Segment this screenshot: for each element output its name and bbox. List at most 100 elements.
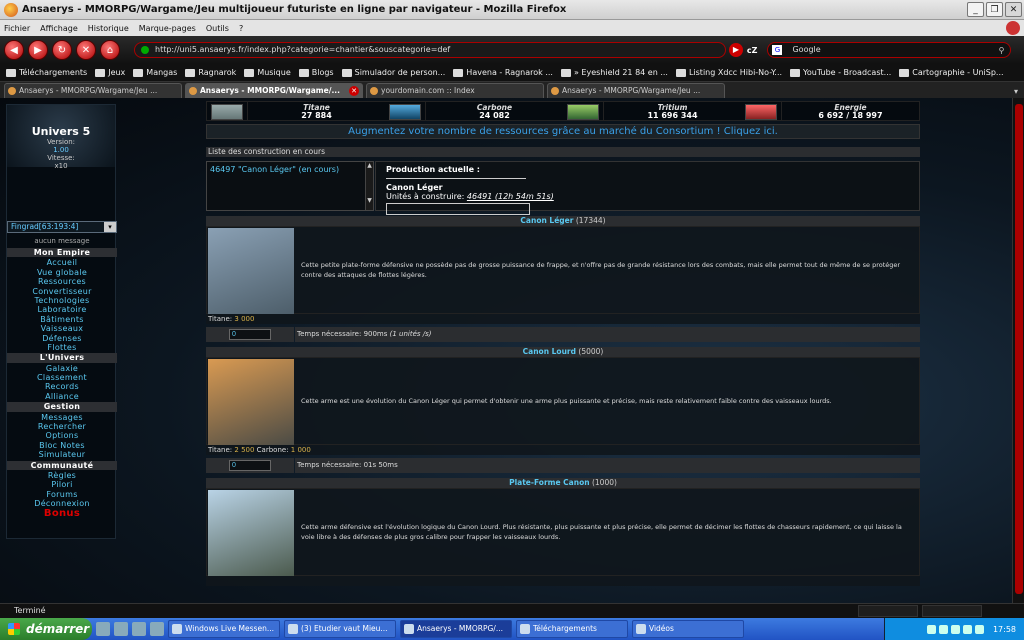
queue-scrollbar[interactable]: ▲ ▼ (365, 162, 373, 210)
sidebar-item[interactable]: Pilori (7, 480, 117, 489)
bookmark-item[interactable]: Mangas (133, 68, 177, 77)
cost-label: Titane: (208, 446, 233, 454)
addon-icon[interactable] (1006, 21, 1020, 35)
start-button[interactable]: démarrer (0, 618, 92, 640)
bookmark-item[interactable]: Ragnarok (185, 68, 236, 77)
chevron-down-icon[interactable]: ▾ (104, 222, 116, 232)
close-tab-icon[interactable]: ✕ (349, 86, 359, 96)
tab-yourdomain[interactable]: yourdomain.com :: Index (366, 83, 544, 98)
sidebar-item[interactable]: Règles (7, 471, 117, 480)
maximize-button[interactable]: ❐ (986, 2, 1003, 17)
unit-block: Canon Léger (17344) Cette petite plate-f… (206, 216, 920, 342)
scrollbar-thumb[interactable] (1015, 104, 1023, 594)
windows-taskbar: démarrer Windows Live Messen... (3) Etudi… (0, 618, 1024, 640)
sidebar-section-header: L'Univers (7, 353, 117, 363)
unit-block: Canon Lourd (5000) Cette arme est une év… (206, 347, 920, 473)
quantity-input[interactable] (229, 460, 271, 471)
sidebar-item[interactable]: Messages (7, 413, 117, 422)
back-button[interactable]: ◀ (4, 40, 24, 60)
quicklaunch-icon[interactable] (132, 622, 146, 636)
unit-name[interactable]: Canon Lourd (523, 347, 576, 356)
taskbar-item[interactable]: Vidéos (632, 620, 744, 638)
bookmark-item[interactable]: Havena - Ragnarok ... (453, 68, 553, 77)
cost-value: 1 000 (290, 446, 311, 454)
cz-icon[interactable]: cZ (747, 46, 758, 55)
sidebar-item[interactable]: Convertisseur (7, 287, 117, 296)
status-addon-icon[interactable] (922, 605, 982, 617)
close-button[interactable]: ✕ (1005, 2, 1022, 17)
quicklaunch-icon[interactable] (150, 622, 164, 636)
sidebar-item[interactable]: Records (7, 382, 117, 391)
bookmark-item[interactable]: » Eyeshield 21 84 en ... (560, 68, 668, 77)
sidebar-item[interactable]: Classement (7, 373, 117, 382)
sidebar-item[interactable]: Bloc Notes (7, 441, 117, 450)
home-button[interactable]: ⌂ (100, 40, 120, 60)
sidebar-item[interactable]: Alliance (7, 392, 117, 401)
sidebar-item[interactable]: Bâtiments (7, 315, 117, 324)
sidebar-item[interactable]: Accueil (7, 258, 117, 267)
reload-button[interactable]: ↻ (52, 40, 72, 60)
sidebar-item[interactable]: Galaxie (7, 364, 117, 373)
tab-ansaerys-2[interactable]: Ansaerys - MMORPG/Wargame/Jeu ... (547, 83, 725, 98)
bookmark-item[interactable]: Musique (244, 68, 291, 77)
status-addon-icon[interactable] (858, 605, 918, 617)
unit-name[interactable]: Canon Léger (520, 216, 573, 225)
bookmark-item[interactable]: Téléchargements (6, 68, 87, 77)
taskbar-item[interactable]: Ansaerys - MMORPG/... (400, 620, 512, 638)
sidebar-item[interactable]: Rechercher (7, 422, 117, 431)
stop-button[interactable]: ✕ (76, 40, 96, 60)
bookmark-item[interactable]: YouTube - Broadcast... (790, 68, 891, 77)
tab-ansaerys-1[interactable]: Ansaerys - MMORPG/Wargame/Jeu ... (4, 83, 182, 98)
unit-name[interactable]: Plate-Forme Canon (509, 478, 590, 487)
build-time: Temps nécessaire: 01s 50ms (295, 458, 920, 473)
go-button[interactable]: ▶ (728, 43, 743, 57)
bookmark-label: Jeux (108, 68, 126, 77)
search-icon[interactable]: ⚲ (999, 44, 1005, 58)
bookmark-item[interactable]: Listing Xdcc Hibi-No-Y... (675, 68, 782, 77)
sidebar-item[interactable]: Vue globale (7, 268, 117, 277)
menu-help[interactable]: ? (239, 24, 243, 33)
menu-outils[interactable]: Outils (206, 24, 229, 33)
quicklaunch-icon[interactable] (114, 622, 128, 636)
sidebar-item[interactable]: Laboratoire (7, 305, 117, 314)
quicklaunch-icon[interactable] (96, 622, 110, 636)
sidebar-item[interactable]: Forums (7, 490, 117, 499)
promo-link[interactable]: Augmentez votre nombre de ressources grâ… (206, 124, 920, 139)
bookmark-label: Ragnarok (198, 68, 237, 77)
sidebar: Univers 5 Version: 1.00 Vitesse: x10 Fin… (6, 104, 117, 539)
taskbar-item[interactable]: Téléchargements (516, 620, 628, 638)
sidebar-item[interactable]: Simulateur (7, 450, 117, 459)
sidebar-item[interactable]: Options (7, 431, 117, 440)
sidebar-item[interactable]: Flottes (7, 343, 117, 352)
menu-affichage[interactable]: Affichage (40, 24, 78, 33)
unit-cost (206, 576, 920, 586)
page-scrollbar[interactable] (1012, 98, 1024, 603)
all-tabs-icon[interactable]: ▾ (1014, 87, 1018, 96)
menu-marque-pages[interactable]: Marque-pages (139, 24, 196, 33)
sidebar-item[interactable]: Vaisseaux (7, 324, 117, 333)
sidebar-item[interactable]: Ressources (7, 277, 117, 286)
taskbar-item[interactable]: Windows Live Messen... (168, 620, 280, 638)
minimize-button[interactable]: _ (967, 2, 984, 17)
tab-bar: Ansaerys - MMORPG/Wargame/Jeu ... Ansaer… (0, 82, 1024, 98)
menu-fichier[interactable]: Fichier (4, 24, 30, 33)
bookmark-item[interactable]: Jeux (95, 68, 125, 77)
planet-select[interactable]: Fingrad[63:193:4] ▾ (7, 221, 117, 233)
queue-list[interactable]: 46497 "Canon Léger" (en cours) ▲ ▼ (206, 161, 374, 211)
bookmark-item[interactable]: Blogs (298, 68, 334, 77)
sidebar-item[interactable]: Technologies (7, 296, 117, 305)
bookmark-item[interactable]: Cartographie - UniSp... (899, 68, 1004, 77)
sidebar-item[interactable]: Défenses (7, 334, 117, 343)
carbone-icon (389, 104, 421, 120)
bookmark-item[interactable]: Simulador de person... (341, 68, 445, 77)
menu-historique[interactable]: Historique (88, 24, 129, 33)
url-bar[interactable]: http://uni5.ansaerys.fr/index.php?catego… (134, 42, 726, 58)
forward-button[interactable]: ▶ (28, 40, 48, 60)
taskbar-item[interactable]: (3) Etudier vaut Mieu... (284, 620, 396, 638)
sidebar-item[interactable]: Bonus (7, 508, 117, 522)
tab-ansaerys-active[interactable]: Ansaerys - MMORPG/Wargame/... ✕ (185, 83, 363, 98)
quantity-input[interactable] (229, 329, 271, 340)
folder-icon (95, 68, 106, 77)
url-text: http://uni5.ansaerys.fr/index.php?catego… (155, 45, 451, 54)
search-input[interactable]: G Google ⚲ (767, 42, 1012, 58)
